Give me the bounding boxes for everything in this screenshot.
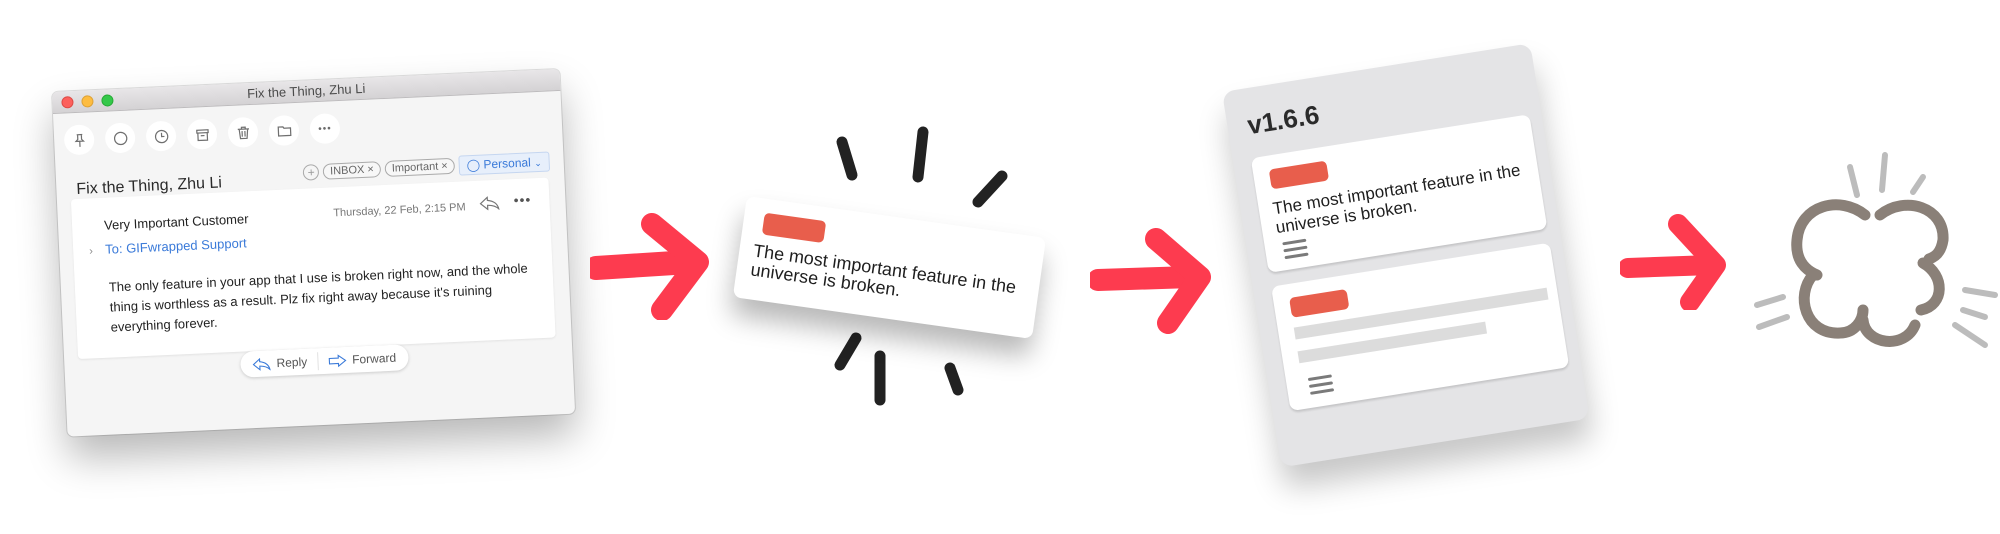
- account-label: Personal: [483, 155, 532, 172]
- cloud-stroke: [1857, 314, 1921, 347]
- label-chip: [761, 212, 827, 244]
- window-controls: [61, 94, 114, 109]
- pin-icon: [74, 133, 85, 147]
- explosion-line: [1879, 152, 1888, 193]
- description-icon: [1282, 238, 1309, 263]
- mail-window: Fix the Thing, Zhu Li ••• Fix the Thing,…: [52, 68, 576, 437]
- explosion-line: [1754, 294, 1786, 308]
- sender-name: Very Important Customer: [103, 211, 249, 233]
- cloud-stroke: [1915, 257, 1945, 316]
- message-date: Thursday, 22 Feb, 2:15 PM: [333, 201, 466, 220]
- more-actions-button[interactable]: •••: [309, 112, 341, 145]
- archive-icon: [195, 128, 209, 141]
- reply-arrow-icon: [252, 357, 271, 371]
- move-to-folder-button[interactable]: [268, 114, 300, 147]
- account-selector[interactable]: ◯ Personal ⌄: [458, 151, 551, 176]
- explosion-line: [1960, 307, 1988, 320]
- explosion-line: [1910, 174, 1926, 195]
- tag-list: + INBOX × Important × ◯ Personal ⌄: [302, 151, 551, 183]
- person-icon: ◯: [466, 157, 481, 173]
- tag-important[interactable]: Important ×: [384, 157, 456, 177]
- folder-icon: [277, 125, 291, 137]
- snooze-button[interactable]: [145, 120, 177, 152]
- explosion-line: [1962, 287, 1998, 298]
- label-chip: [1289, 288, 1350, 318]
- forward-label: Forward: [351, 350, 397, 367]
- trash-button[interactable]: [227, 116, 259, 149]
- red-arrow-2: [1090, 228, 1211, 334]
- cloud-stroke: [1874, 199, 1949, 265]
- column-title: v1.6.6: [1245, 99, 1322, 141]
- divider: [316, 352, 319, 371]
- burst-line: [912, 126, 929, 183]
- forward-arrow-icon: [328, 353, 347, 367]
- reply-icon[interactable]: [479, 196, 500, 211]
- close-window-button[interactable]: [61, 96, 74, 109]
- archive-button[interactable]: [186, 118, 218, 150]
- maximize-window-button[interactable]: [101, 94, 114, 107]
- add-tag-button[interactable]: +: [302, 163, 320, 181]
- burst-line: [972, 170, 1008, 208]
- pin-button[interactable]: [63, 124, 95, 156]
- mark-unread-button[interactable]: [104, 122, 136, 154]
- label-chip: [1268, 160, 1330, 190]
- message-body: The only feature in your app that I use …: [108, 260, 528, 335]
- burst-line: [944, 362, 964, 396]
- red-arrow-1: [590, 213, 709, 320]
- more-icon: •••: [317, 122, 332, 135]
- trash-icon: [237, 126, 249, 139]
- tag-inbox[interactable]: INBOX ×: [322, 161, 382, 180]
- burst-line: [834, 332, 862, 371]
- board-card[interactable]: [1271, 242, 1570, 412]
- circle-icon: [113, 131, 127, 145]
- cloud-stroke: [1798, 269, 1869, 339]
- reply-button[interactable]: Reply: [252, 354, 308, 371]
- recipient[interactable]: To: GIFwrapped Support: [105, 235, 247, 256]
- red-arrow-3: [1620, 214, 1726, 310]
- description-icon: [1307, 374, 1335, 398]
- board-column: v1.6.6 The most important feature in the…: [1222, 43, 1590, 468]
- cloud-stroke: [1791, 199, 1871, 281]
- message-more-button[interactable]: •••: [513, 191, 531, 208]
- forward-button[interactable]: Forward: [328, 350, 397, 368]
- explosion-icon: [1754, 152, 1998, 348]
- explosion-line: [1756, 314, 1790, 330]
- expand-recipients-icon[interactable]: ›: [89, 245, 93, 257]
- clock-icon: [154, 129, 168, 143]
- minimize-window-button[interactable]: [81, 95, 94, 108]
- explosion-line: [1847, 164, 1860, 198]
- message-card: Very Important Customer Thursday, 22 Feb…: [70, 177, 556, 360]
- chevron-down-icon: ⌄: [533, 157, 542, 169]
- burst-line: [836, 136, 858, 181]
- explosion-line: [1952, 322, 1988, 348]
- reply-label: Reply: [276, 354, 308, 371]
